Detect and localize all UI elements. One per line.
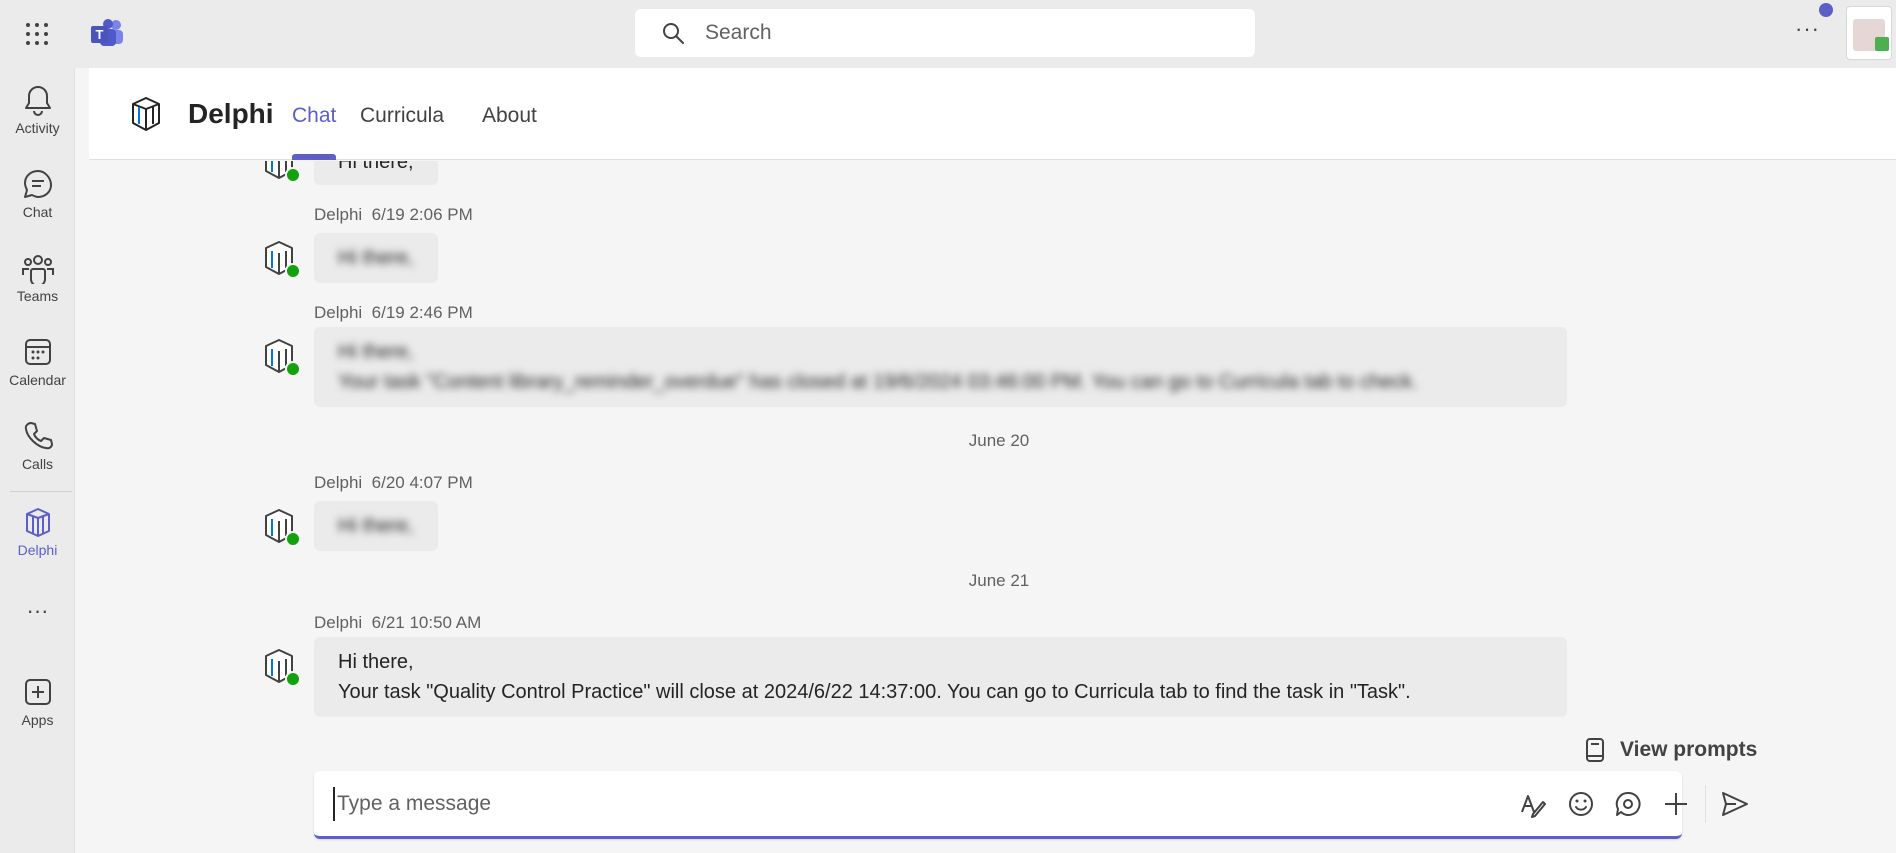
notification-dot [1819, 3, 1833, 17]
message-sender: Delphi [314, 303, 363, 322]
message-input[interactable] [333, 787, 1333, 821]
rail-item-more[interactable]: ··· [0, 598, 75, 628]
presence-icon [285, 167, 301, 183]
rail-item-label: Delphi [17, 542, 58, 558]
rail-item-label: Chat [22, 204, 53, 220]
rail-item-label: Calendar [9, 372, 66, 388]
bot-avatar [263, 241, 301, 279]
view-prompts-label: View prompts [1620, 738, 1758, 761]
message-line: Hi there, [338, 341, 414, 363]
message-line: Your task "Quality Control Practice" wil… [338, 681, 1411, 703]
avatar[interactable] [1846, 6, 1892, 60]
search-input[interactable] [705, 21, 1205, 45]
active-tab-indicator [292, 154, 336, 160]
emoji-button[interactable] [1565, 788, 1597, 820]
tab-about[interactable]: About [482, 104, 537, 128]
rail-item-label: Teams [16, 288, 59, 304]
message-time: 6/21 10:50 AM [371, 613, 482, 632]
send-button[interactable] [1719, 788, 1751, 820]
calendar-icon [24, 339, 51, 365]
delphi-logo-icon [130, 96, 162, 137]
bell-icon [24, 86, 51, 116]
bot-avatar [263, 649, 301, 687]
rail-item-chat[interactable]: Chat [0, 168, 75, 240]
top-bar: T ··· [0, 0, 1896, 68]
message-line: Hi there, [338, 247, 414, 269]
rail-item-activity[interactable]: Activity [0, 84, 75, 156]
message-meta: Delphi 6/19 2:46 PM [314, 303, 473, 323]
view-prompts-button[interactable]: View prompts [1584, 737, 1757, 763]
send-icon [1722, 792, 1748, 816]
rail-item-teams[interactable]: Teams [0, 252, 75, 324]
search-icon [663, 23, 684, 44]
message-meta: Delphi 6/21 10:50 AM [314, 613, 481, 633]
chat-pane: Hi there, Delphi 6/19 2:06 PM Hi there, … [89, 161, 1896, 853]
left-rail: Activity Chat Teams Calendar Calls Delph… [0, 68, 75, 853]
bot-avatar [263, 509, 301, 547]
message-bubble[interactable]: Hi there, [314, 161, 438, 185]
more-apps-icon: ··· [26, 598, 49, 623]
message-sender: Delphi [314, 613, 363, 632]
message-meta: Delphi 6/20 4:07 PM [314, 473, 473, 493]
message-line: Hi there, [338, 651, 414, 673]
message-bubble[interactable]: Hi there, Your task "Content library_rem… [314, 327, 1567, 407]
message-line: Hi there, [338, 161, 414, 173]
attach-button[interactable] [1660, 788, 1692, 820]
format-button[interactable] [1517, 788, 1549, 820]
rail-divider [10, 491, 72, 492]
compose-divider [1705, 785, 1706, 823]
rail-item-label: Activity [15, 120, 60, 136]
phone-icon [24, 422, 53, 450]
message-meta: Delphi 6/19 2:06 PM [314, 205, 473, 225]
app-launcher-icon[interactable] [24, 21, 50, 47]
teams-icon [21, 255, 54, 284]
message-time: 6/19 2:06 PM [371, 205, 473, 224]
rail-item-label: Calls [21, 456, 54, 472]
add-app-icon [24, 679, 51, 705]
page-title: Delphi [188, 98, 274, 129]
more-options-icon[interactable]: ··· [1795, 16, 1820, 42]
loop-icon [1615, 791, 1641, 816]
presence-icon [285, 263, 301, 279]
date-separator: June 21 [968, 571, 1030, 590]
plus-icon [1665, 793, 1687, 815]
svg-text:T: T [96, 27, 104, 42]
tab-curricula[interactable]: Curricula [360, 104, 444, 128]
message-line: Your task "Content library_reminder_over… [338, 371, 1418, 393]
teams-logo-icon: T [90, 18, 124, 48]
loop-button[interactable] [1612, 788, 1644, 820]
tab-chat[interactable]: Chat [292, 104, 336, 128]
bot-avatar [263, 339, 301, 377]
rail-item-apps[interactable]: Apps [0, 676, 75, 748]
emoji-icon [1569, 792, 1593, 816]
message-sender: Delphi [314, 205, 363, 224]
compose-box[interactable] [314, 771, 1748, 839]
message-bubble[interactable]: Hi there, [314, 233, 438, 283]
presence-icon [285, 671, 301, 687]
delphi-icon [25, 508, 50, 537]
chat-icon [23, 170, 52, 198]
rail-item-calendar[interactable]: Calendar [0, 336, 75, 408]
message-bubble[interactable]: Hi there, [314, 501, 438, 551]
search-box[interactable] [635, 9, 1255, 57]
message-time: 6/19 2:46 PM [371, 303, 473, 322]
app-header: Delphi Chat Curricula About [89, 68, 1896, 160]
message-sender: Delphi [314, 473, 363, 492]
message-time: 6/20 4:07 PM [371, 473, 473, 492]
message-bubble[interactable]: Hi there, Your task "Quality Control Pra… [314, 637, 1567, 717]
date-separator: June 20 [968, 431, 1030, 450]
format-pen-icon [1521, 795, 1546, 818]
prompts-book-icon [1586, 738, 1604, 762]
rail-item-delphi[interactable]: Delphi [0, 506, 75, 578]
message-line: Hi there, [338, 515, 414, 537]
rail-item-label: Apps [21, 712, 54, 728]
bot-avatar [263, 161, 301, 183]
presence-icon [285, 531, 301, 547]
presence-icon [285, 361, 301, 377]
rail-item-calls[interactable]: Calls [0, 420, 75, 492]
